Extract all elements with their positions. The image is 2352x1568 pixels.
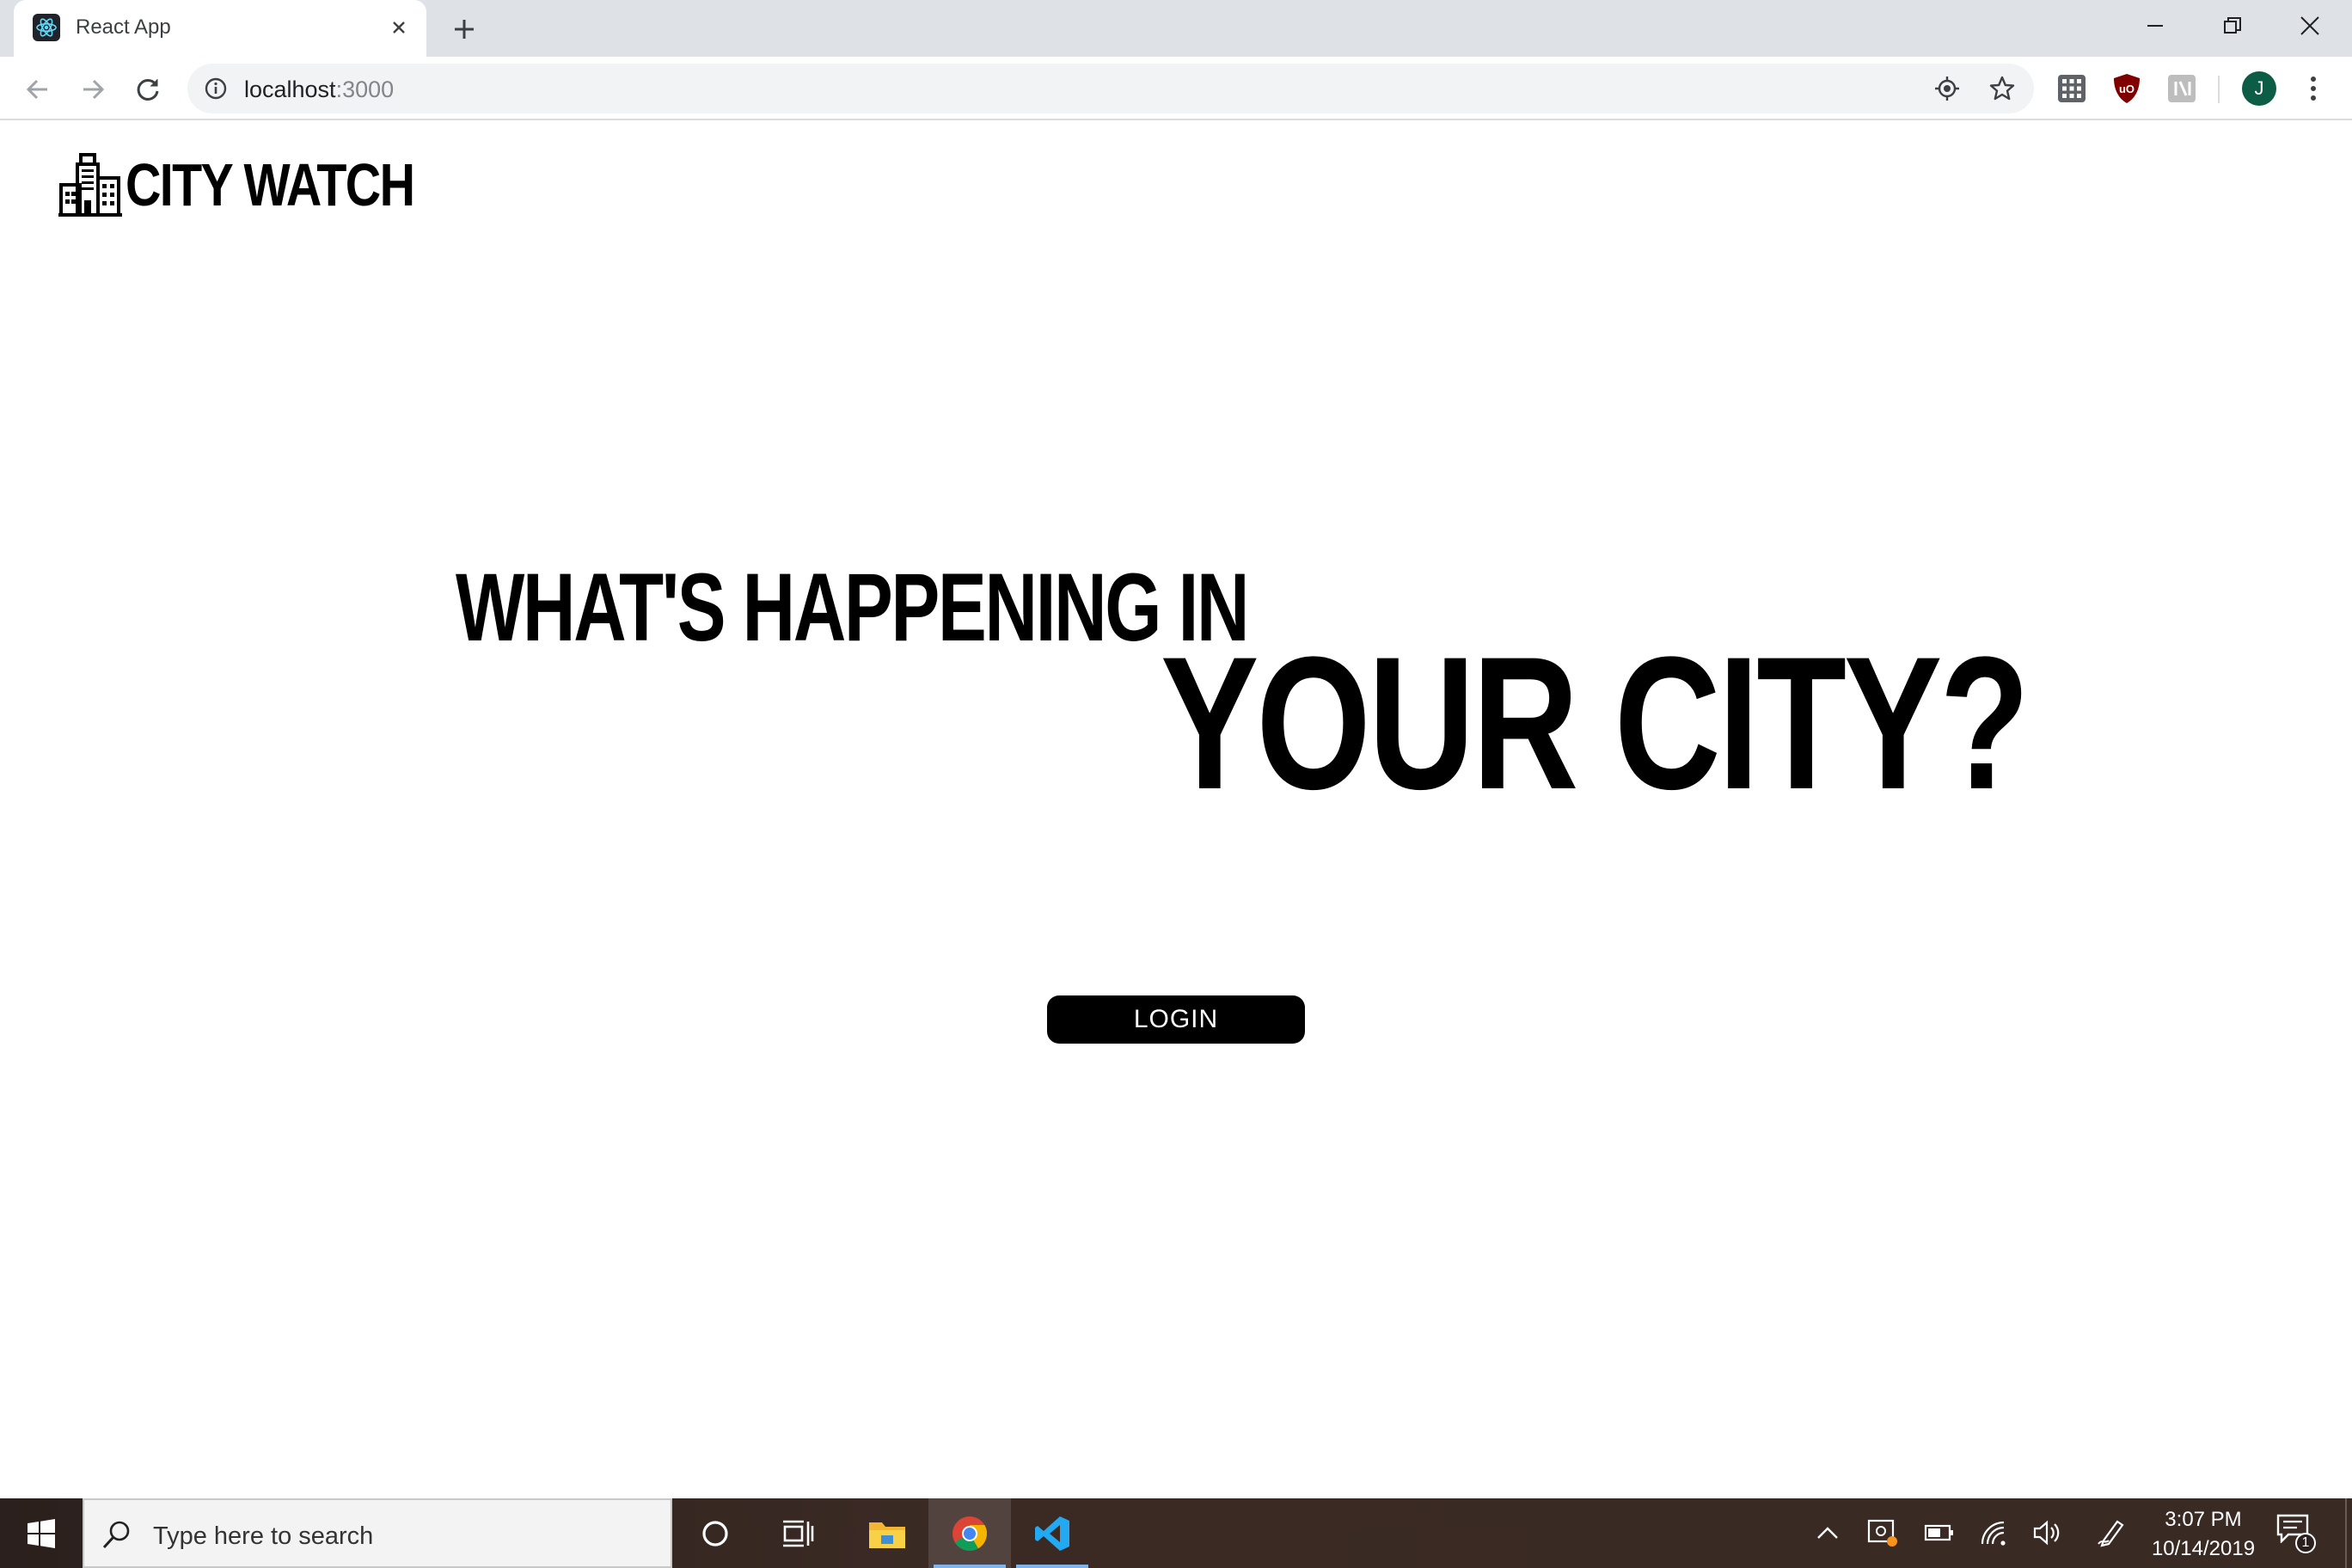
search-placeholder: Type here to search [153,1522,374,1550]
chrome-icon [952,1516,987,1551]
vscode-taskbar-button[interactable] [1011,1498,1093,1568]
vscode-icon [1035,1516,1069,1551]
react-logo-icon [33,14,60,41]
running-app-indicator [1016,1565,1088,1568]
url-port: :3000 [335,77,395,102]
task-view-icon [783,1520,814,1547]
apps-grid-icon[interactable] [2055,71,2089,106]
ublock-shield-icon[interactable]: uO [2110,71,2144,106]
chrome-taskbar-button[interactable] [928,1498,1011,1568]
brand-header[interactable]: CITY WATCH [58,150,477,219]
translate-icon[interactable] [2165,71,2199,106]
browser-toolbar: localhost:3000 uO J [0,57,2352,120]
tab-close-icon[interactable] [385,14,413,41]
clock-date: 10/14/2019 [2151,1537,2256,1560]
windows-logo-icon [28,1518,55,1548]
show-desktop-button[interactable] [2345,1498,2352,1568]
folder-icon [869,1522,905,1548]
kebab-menu-icon[interactable] [2300,71,2326,106]
windows-taskbar: Type here to search 3:07 PM 10/14/2019 1 [0,1498,2352,1568]
chevron-up-icon[interactable] [1810,1516,1845,1550]
city-buildings-logo-icon [58,153,122,217]
bookmark-star-icon[interactable] [1988,74,2017,103]
reload-button[interactable] [129,70,167,108]
file-explorer-button[interactable] [846,1498,928,1568]
battery-icon[interactable] [1922,1516,1957,1550]
svg-text:uO: uO [2119,83,2135,95]
search-icon [101,1519,132,1550]
url-host: localhost [244,77,336,102]
address-bar[interactable]: localhost:3000 [187,64,2034,113]
cortana-button[interactable] [674,1498,756,1568]
notification-count-badge: 1 [2295,1533,2316,1553]
start-button[interactable] [0,1498,83,1568]
forward-button[interactable] [74,70,112,108]
circle-icon [702,1520,728,1547]
page-viewport: CITY WATCH WHAT'S HAPPENING IN YOUR CITY… [0,121,2352,1498]
restore-button[interactable] [2194,0,2271,52]
wifi-icon[interactable] [1977,1516,2012,1550]
tab-title: React App [76,15,171,39]
back-button[interactable] [19,70,57,108]
active-app-indicator [934,1565,1006,1568]
toolbar-divider [2218,76,2220,103]
hero-heading-line1: WHAT'S HAPPENING IN [456,554,1249,661]
minimize-button[interactable] [2116,0,2194,52]
profile-avatar[interactable]: J [2242,71,2276,106]
browser-tab-active[interactable]: React App [14,0,426,57]
url-text: localhost:3000 [244,77,394,103]
location-target-icon[interactable] [1932,74,1962,103]
browser-tab-strip: React App [0,0,2352,57]
volume-icon[interactable] [2030,1516,2065,1550]
login-button[interactable]: LOGIN [1047,995,1305,1044]
taskbar-search-box[interactable]: Type here to search [83,1498,672,1568]
task-view-button[interactable] [756,1498,839,1568]
screen-capture-icon[interactable] [1865,1516,1900,1550]
hero-heading-line2: YOUR CITY? [1161,617,2030,829]
clock-time: 3:07 PM [2165,1508,2242,1531]
new-tab-button[interactable] [447,12,481,46]
action-center-button[interactable]: 1 [2276,1514,2316,1553]
info-icon[interactable] [203,76,229,101]
pen-icon[interactable] [2094,1516,2128,1550]
brand-name: CITY WATCH [126,151,415,218]
system-clock[interactable]: 3:07 PM 10/14/2019 [2139,1505,2268,1564]
close-window-button[interactable] [2271,0,2349,52]
